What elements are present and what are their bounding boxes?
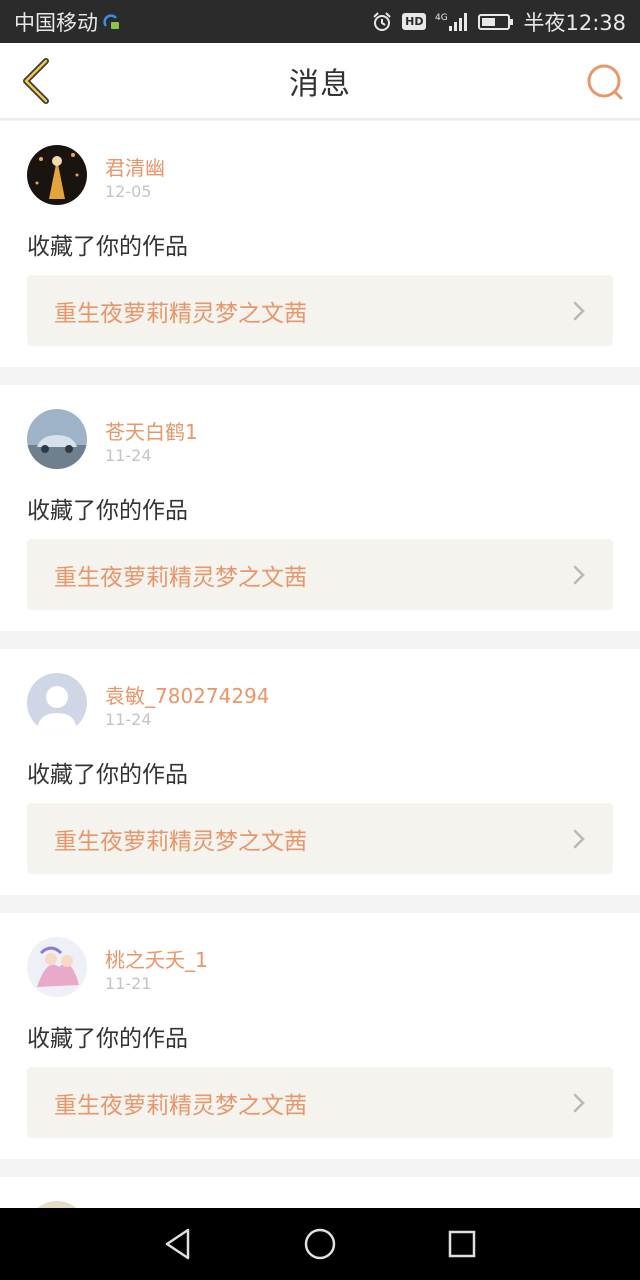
avatar[interactable] xyxy=(27,409,87,469)
work-title: 重生夜萝莉精灵梦之文茜 xyxy=(54,1092,307,1119)
svg-text:4G: 4G xyxy=(435,13,448,23)
battery-icon xyxy=(478,12,514,32)
hd-icon: HD xyxy=(402,13,427,30)
system-nav-bar xyxy=(0,1208,640,1280)
signal-icon: 4G xyxy=(435,11,469,33)
message-date: 11-21 xyxy=(105,974,152,993)
work-link[interactable]: 重生夜萝莉精灵梦之文茜 xyxy=(27,275,613,346)
search-icon xyxy=(587,64,623,100)
username[interactable]: 苍天白鹤1 xyxy=(105,416,198,445)
status-bar: 中国移动 HD 4G 半夜12:38 xyxy=(0,0,640,43)
sim-icon xyxy=(102,12,122,32)
message-card xyxy=(0,1177,640,1208)
work-title: 重生夜萝莉精灵梦之文茜 xyxy=(54,828,307,855)
action-text: 收藏了你的作品 xyxy=(27,1026,188,1052)
back-button[interactable] xyxy=(14,57,58,105)
message-list[interactable]: 君清幽 12-05 收藏了你的作品 重生夜萝莉精灵梦之文茜 苍天白鹤1 11-2… xyxy=(0,121,640,1208)
message-card: 袁敏_780274294 11-24 收藏了你的作品 重生夜萝莉精灵梦之文茜 xyxy=(0,649,640,895)
username[interactable]: 袁敏_780274294 xyxy=(105,680,270,709)
message-date: 11-24 xyxy=(105,710,152,729)
work-title: 重生夜萝莉精灵梦之文茜 xyxy=(54,300,307,327)
chevron-right-icon xyxy=(572,828,586,850)
avatar[interactable] xyxy=(27,1201,87,1208)
work-link[interactable]: 重生夜萝莉精灵梦之文茜 xyxy=(27,539,613,610)
chevron-right-icon xyxy=(572,564,586,586)
page-title: 消息 xyxy=(289,66,351,102)
back-nav-icon[interactable] xyxy=(160,1226,196,1262)
carrier-name: 中国移动 xyxy=(14,10,98,35)
avatar[interactable] xyxy=(27,673,87,733)
home-nav-icon[interactable] xyxy=(302,1226,338,1262)
avatar[interactable] xyxy=(27,937,87,997)
search-button[interactable] xyxy=(584,61,626,103)
chevron-right-icon xyxy=(572,300,586,322)
recents-nav-icon[interactable] xyxy=(444,1226,480,1262)
username[interactable]: 桃之夭夭_1 xyxy=(105,944,208,973)
back-icon xyxy=(23,58,49,104)
clock: 半夜12:38 xyxy=(523,10,626,35)
action-text: 收藏了你的作品 xyxy=(27,498,188,524)
message-card: 桃之夭夭_1 11-21 收藏了你的作品 重生夜萝莉精灵梦之文茜 xyxy=(0,913,640,1159)
message-card: 君清幽 12-05 收藏了你的作品 重生夜萝莉精灵梦之文茜 xyxy=(0,121,640,367)
header-bar: 消息 xyxy=(0,43,640,120)
username[interactable]: 君清幽 xyxy=(105,152,165,181)
avatar[interactable] xyxy=(27,145,87,205)
work-link[interactable]: 重生夜萝莉精灵梦之文茜 xyxy=(27,1067,613,1138)
alarm-icon xyxy=(371,11,393,33)
work-title: 重生夜萝莉精灵梦之文茜 xyxy=(54,564,307,591)
chevron-right-icon xyxy=(572,1092,586,1114)
message-card: 苍天白鹤1 11-24 收藏了你的作品 重生夜萝莉精灵梦之文茜 xyxy=(0,385,640,631)
action-text: 收藏了你的作品 xyxy=(27,234,188,260)
message-date: 11-24 xyxy=(105,446,152,465)
work-link[interactable]: 重生夜萝莉精灵梦之文茜 xyxy=(27,803,613,874)
message-date: 12-05 xyxy=(105,182,152,201)
action-text: 收藏了你的作品 xyxy=(27,762,188,788)
